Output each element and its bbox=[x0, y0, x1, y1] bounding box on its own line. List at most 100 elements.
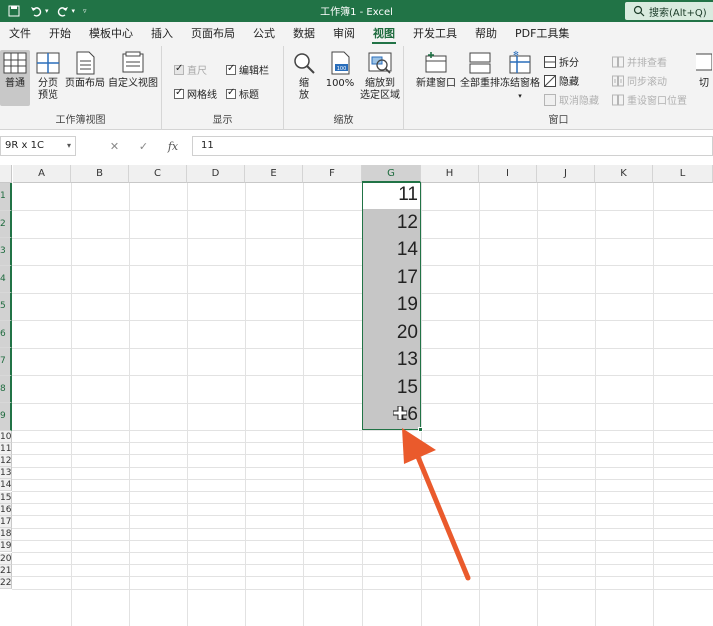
search-placeholder: 搜索(Alt+Q) bbox=[649, 7, 707, 19]
arrange-all-icon bbox=[469, 52, 491, 74]
row-header[interactable]: 17 bbox=[0, 515, 12, 529]
row-header[interactable]: 13 bbox=[0, 467, 12, 480]
headings-check-box bbox=[226, 87, 236, 99]
ruler-checkbox[interactable]: 直尺 bbox=[174, 62, 207, 77]
row-header[interactable]: 9 bbox=[0, 403, 12, 431]
row-header[interactable]: 6 bbox=[0, 320, 12, 348]
row-header[interactable]: 19 bbox=[0, 540, 12, 553]
row-header[interactable]: 3 bbox=[0, 238, 12, 266]
zoom-100-button[interactable]: 100 100% bbox=[324, 50, 356, 90]
arrange-all-button[interactable]: 全部重排 bbox=[458, 50, 502, 90]
gridlines-checkbox[interactable]: 网格线 bbox=[174, 86, 217, 101]
row-header[interactable]: 7 bbox=[0, 348, 12, 376]
view-side-by-side-button[interactable]: 并排查看 bbox=[612, 54, 667, 69]
tab-home[interactable]: 开始 bbox=[40, 22, 80, 46]
column-header-c[interactable]: C bbox=[129, 165, 187, 183]
tab-template-center[interactable]: 模板中心 bbox=[80, 22, 142, 46]
split-button[interactable]: 拆分 bbox=[544, 54, 579, 69]
new-window-label: 新建窗口 bbox=[416, 78, 456, 89]
worksheet-grid[interactable]: A B C D E F G H I J K L 1 2 3 4 5 6 7 8 … bbox=[0, 165, 713, 626]
name-box[interactable]: 9R x 1C ▾ bbox=[0, 136, 76, 156]
tab-review[interactable]: 审阅 bbox=[324, 22, 364, 46]
column-header-l[interactable]: L bbox=[653, 165, 713, 183]
row-header[interactable]: 22 bbox=[0, 576, 12, 590]
tab-insert[interactable]: 插入 bbox=[142, 22, 182, 46]
chevron-down-icon[interactable]: ▾ bbox=[67, 137, 71, 155]
tab-help[interactable]: 帮助 bbox=[466, 22, 506, 46]
group-label-window: 窗口 bbox=[548, 115, 569, 126]
switch-windows-button[interactable]: 切 bbox=[696, 50, 712, 90]
column-header-g[interactable]: G bbox=[362, 165, 421, 183]
cell-g1[interactable]: 11 bbox=[362, 184, 418, 206]
search-box[interactable]: 搜索(Alt+Q) bbox=[625, 2, 713, 20]
row-header[interactable]: 5 bbox=[0, 293, 12, 321]
normal-view-icon bbox=[3, 52, 27, 74]
column-header-k[interactable]: K bbox=[595, 165, 653, 183]
tab-data[interactable]: 数据 bbox=[284, 22, 324, 46]
unhide-icon bbox=[544, 93, 556, 106]
row-header[interactable]: 12 bbox=[0, 454, 12, 468]
cell-g4[interactable]: 17 bbox=[362, 267, 418, 289]
cell-g3[interactable]: 14 bbox=[362, 239, 418, 261]
select-all-button[interactable] bbox=[0, 165, 12, 183]
column-header-e[interactable]: E bbox=[245, 165, 303, 183]
gridline bbox=[303, 183, 304, 626]
freeze-panes-icon: ✻ bbox=[509, 50, 531, 74]
column-header-d[interactable]: D bbox=[187, 165, 245, 183]
formula-input[interactable]: 11 bbox=[192, 136, 713, 156]
tab-developer[interactable]: 开发工具 bbox=[404, 22, 466, 46]
normal-view-button[interactable]: 普通 bbox=[0, 50, 30, 106]
column-header-h[interactable]: H bbox=[421, 165, 479, 183]
page-layout-view-button[interactable]: 页面布局 bbox=[64, 50, 106, 90]
zoom-to-selection-button[interactable]: 缩放到 选定区域 bbox=[358, 50, 402, 102]
column-header-i[interactable]: I bbox=[479, 165, 537, 183]
gridline bbox=[187, 183, 188, 626]
freeze-panes-button[interactable]: ✻ 冻结窗格 ▾ bbox=[500, 50, 540, 102]
search-icon bbox=[633, 5, 645, 17]
column-header-j[interactable]: J bbox=[537, 165, 595, 183]
tab-formulas[interactable]: 公式 bbox=[244, 22, 284, 46]
reset-window-position-button[interactable]: 重设窗口位置 bbox=[612, 92, 687, 107]
tab-view[interactable]: 视图 bbox=[364, 22, 404, 46]
gridline bbox=[245, 183, 246, 626]
row-header[interactable]: 21 bbox=[0, 564, 12, 577]
new-window-button[interactable]: 新建窗口 bbox=[414, 50, 458, 90]
column-header-a[interactable]: A bbox=[13, 165, 71, 183]
insert-function-icon[interactable]: fx bbox=[168, 140, 178, 153]
cell-g2[interactable]: 12 bbox=[362, 212, 418, 234]
row-header[interactable]: 4 bbox=[0, 265, 12, 293]
formula-bar-checkbox[interactable]: 编辑栏 bbox=[226, 62, 269, 77]
row-header[interactable]: 1 bbox=[0, 183, 12, 211]
cell-g7[interactable]: 13 bbox=[362, 349, 418, 371]
column-header-f[interactable]: F bbox=[303, 165, 362, 183]
row-header[interactable]: 18 bbox=[0, 528, 12, 541]
row-header[interactable]: 11 bbox=[0, 442, 12, 455]
unhide-button[interactable]: 取消隐藏 bbox=[544, 92, 599, 107]
cell-g8[interactable]: 15 bbox=[362, 377, 418, 399]
cancel-icon[interactable]: ✕ bbox=[110, 140, 119, 153]
row-header[interactable]: 16 bbox=[0, 503, 12, 516]
custom-views-button[interactable]: 自定义视图 bbox=[108, 50, 158, 90]
row-header[interactable]: 14 bbox=[0, 479, 12, 492]
tab-page-layout[interactable]: 页面布局 bbox=[182, 22, 244, 46]
hide-button[interactable]: 隐藏 bbox=[544, 73, 579, 88]
headings-checkbox[interactable]: 标题 bbox=[226, 86, 259, 101]
page-break-preview-button[interactable]: 分页 预览 bbox=[34, 50, 62, 102]
zoom-button[interactable]: 缩 放 bbox=[290, 50, 318, 102]
enter-icon[interactable]: ✓ bbox=[139, 140, 148, 153]
reset-position-label: 重设窗口位置 bbox=[627, 96, 687, 107]
cell-g5[interactable]: 19 bbox=[362, 294, 418, 316]
row-header[interactable]: 10 bbox=[0, 430, 12, 443]
cell-g6[interactable]: 20 bbox=[362, 322, 418, 344]
gridline bbox=[12, 527, 713, 529]
column-header-b[interactable]: B bbox=[71, 165, 129, 183]
tab-file[interactable]: 文件 bbox=[0, 22, 40, 46]
sync-scroll-button[interactable]: 同步滚动 bbox=[612, 73, 667, 88]
row-header[interactable]: 15 bbox=[0, 491, 12, 504]
ribbon: 普通 分页 预览 页面布局 自定义视图 工作簿视图 直尺 编辑栏 网格线 bbox=[0, 46, 713, 130]
row-header[interactable]: 20 bbox=[0, 552, 12, 565]
gridline bbox=[12, 576, 713, 578]
tab-pdf-tools[interactable]: PDF工具集 bbox=[506, 22, 578, 46]
row-header[interactable]: 2 bbox=[0, 210, 12, 238]
row-header[interactable]: 8 bbox=[0, 375, 12, 403]
